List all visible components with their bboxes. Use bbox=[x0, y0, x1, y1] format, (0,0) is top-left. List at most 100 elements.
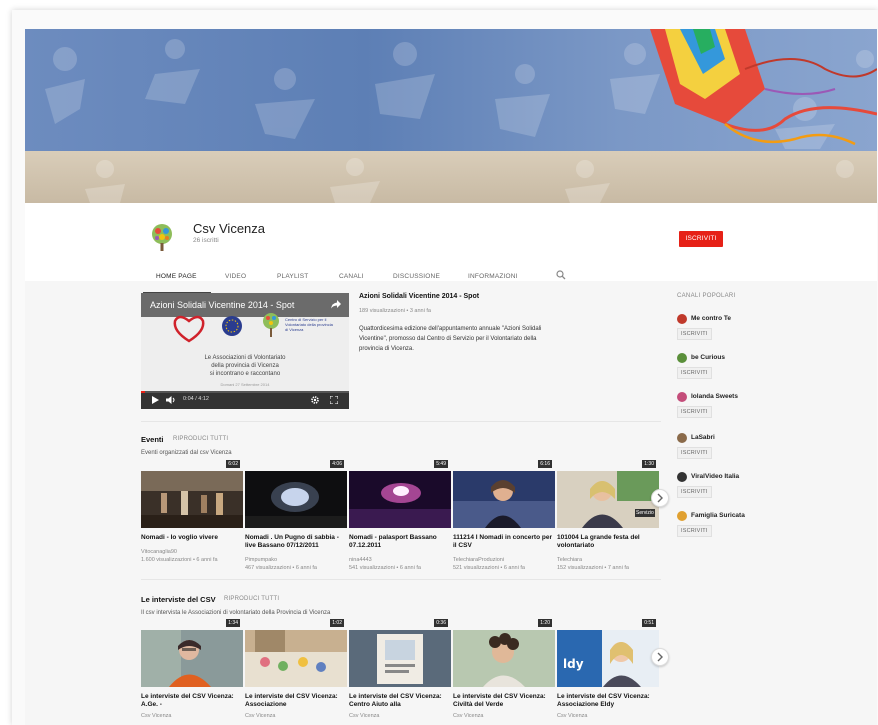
video-channel[interactable]: nina4443 bbox=[349, 557, 372, 563]
video-thumbnail[interactable] bbox=[141, 630, 243, 687]
featured-video-description: Quattordicesima edizione dell'appuntamen… bbox=[359, 326, 542, 352]
featured-video-info: Azioni Solidali Vicentine 2014 - Spot 18… bbox=[359, 293, 559, 354]
share-icon[interactable] bbox=[331, 300, 341, 309]
channel-avatar-icon[interactable] bbox=[677, 314, 687, 324]
video-duration: 5:49 bbox=[434, 460, 448, 468]
channel-avatar[interactable] bbox=[149, 223, 175, 253]
video-channel[interactable]: Csv Vicenza bbox=[245, 713, 275, 719]
video-duration: 0:51 bbox=[642, 619, 656, 627]
channel-avatar-icon[interactable] bbox=[677, 472, 687, 482]
video-channel[interactable]: TelechiaraProduzioni bbox=[453, 557, 504, 563]
video-title[interactable]: Nomadi - Io voglio vivere bbox=[141, 534, 245, 542]
video-duration: 1:02 bbox=[330, 619, 344, 627]
sidebar-channel: Iolanda Sweets ISCRIVITI bbox=[677, 392, 787, 428]
video-thumbnail[interactable] bbox=[245, 471, 347, 528]
video-channel[interactable]: Csv Vicenza bbox=[453, 713, 483, 719]
shelf-next-button[interactable] bbox=[651, 489, 669, 507]
video-duration: 1:30 bbox=[642, 460, 656, 468]
play-all-button[interactable]: RIPRODUCI TUTTI bbox=[173, 436, 228, 442]
video-channel[interactable]: Vitocanaglia90 bbox=[141, 549, 177, 555]
settings-gear-icon[interactable] bbox=[311, 396, 319, 404]
shelf-description: Il csv intervista le Associazioni di vol… bbox=[141, 610, 331, 616]
sidebar-channel-name[interactable]: Famiglia Suricata bbox=[691, 512, 745, 519]
csv-logo-text: Centro di Servizio per il Volontariato d… bbox=[285, 317, 333, 332]
sidebar-subscribe-button[interactable]: ISCRIVITI bbox=[677, 406, 712, 418]
sidebar-channel-name[interactable]: ViralVideo Italia bbox=[691, 473, 739, 480]
progress-bar[interactable] bbox=[141, 391, 145, 393]
channel-avatar-icon[interactable] bbox=[677, 433, 687, 443]
video-meta: 1.600 visualizzazioni • 6 anni fa bbox=[141, 557, 218, 563]
section-divider bbox=[141, 579, 661, 580]
play-all-button[interactable]: RIPRODUCI TUTTI bbox=[224, 596, 279, 602]
shelf-description: Eventi organizzati dal csv Vicenza bbox=[141, 450, 232, 456]
video-title[interactable]: Le interviste del CSV Vicenza: Civiltà d… bbox=[453, 693, 557, 709]
sidebar-channel: Famiglia Suricata ISCRIVITI bbox=[677, 511, 787, 547]
sidebar-subscribe-button[interactable]: ISCRIVITI bbox=[677, 525, 712, 537]
search-icon[interactable] bbox=[556, 270, 566, 280]
video-channel[interactable]: Pimpumpako bbox=[245, 557, 277, 563]
video-channel[interactable]: Csv Vicenza bbox=[141, 713, 171, 719]
video-title[interactable]: Nomadi . Un Pugno di sabbia - live Bassa… bbox=[245, 534, 349, 550]
tab-canali[interactable]: CANALI bbox=[339, 273, 364, 280]
sidebar-channel-name[interactable]: Me contro Te bbox=[691, 315, 731, 322]
svg-text:ldy: ldy bbox=[563, 657, 584, 671]
video-thumbnail[interactable] bbox=[453, 630, 555, 687]
player-controls: 0:04 / 4:12 bbox=[141, 391, 349, 409]
video-thumbnail[interactable] bbox=[245, 630, 347, 687]
channel-name[interactable]: Csv Vicenza bbox=[193, 221, 265, 236]
player-title: Azioni Solidali Vicentine 2014 - Spot bbox=[150, 300, 295, 310]
chevron-right-icon bbox=[657, 493, 663, 503]
tab-video[interactable]: VIDEO bbox=[225, 273, 246, 280]
channel-banner bbox=[25, 29, 877, 203]
featured-video-player[interactable]: Azioni Solidali Vicentine 2014 - Spot Ce… bbox=[141, 293, 349, 409]
chevron-right-icon bbox=[657, 652, 663, 662]
player-date: Domani 27 Settembre 2014 bbox=[220, 382, 270, 387]
player-caption-line-2: della provincia di Vicenza bbox=[211, 363, 279, 369]
shelf-next-button[interactable] bbox=[651, 648, 669, 666]
video-duration: 1:20 bbox=[538, 619, 552, 627]
video-title[interactable]: 101004 La grande festa del volontariato bbox=[557, 534, 661, 550]
video-title[interactable]: Le interviste del CSV Vicenza: Associazi… bbox=[245, 693, 349, 709]
featured-video-meta: 189 visualizzazioni • 3 anni fa bbox=[359, 308, 431, 314]
video-title[interactable]: 111214 I Nomadi in concerto per il CSV bbox=[453, 534, 557, 550]
video-title[interactable]: Le interviste del CSV Vicenza: A.Ge. - bbox=[141, 693, 245, 709]
volume-icon[interactable] bbox=[166, 396, 176, 404]
fullscreen-icon[interactable] bbox=[330, 396, 338, 404]
play-icon[interactable] bbox=[152, 396, 159, 404]
channel-avatar-icon[interactable] bbox=[677, 353, 687, 363]
sidebar-channel-name[interactable]: LaSabri bbox=[691, 434, 715, 441]
sidebar-channel-name[interactable]: be Curious bbox=[691, 354, 725, 361]
channel-avatar-icon[interactable] bbox=[677, 511, 687, 521]
subscriber-count: 26 iscritti bbox=[193, 237, 219, 244]
sidebar-subscribe-button[interactable]: ISCRIVITI bbox=[677, 328, 712, 340]
video-thumbnail[interactable] bbox=[349, 471, 451, 528]
sidebar-subscribe-button[interactable]: ISCRIVITI bbox=[677, 367, 712, 379]
video-title[interactable]: Le interviste del CSV Vicenza: Associazi… bbox=[557, 693, 661, 709]
subscribe-button[interactable]: ISCRIVITI bbox=[679, 231, 723, 247]
video-channel[interactable]: Csv Vicenza bbox=[557, 713, 587, 719]
channel-avatar-icon[interactable] bbox=[677, 392, 687, 402]
video-thumbnail[interactable] bbox=[349, 630, 451, 687]
player-time: 0:04 / 4:12 bbox=[183, 396, 209, 402]
tab-discussione[interactable]: DISCUSSIONE bbox=[393, 273, 440, 280]
video-title[interactable]: Le interviste del CSV Vicenza: Centro Ai… bbox=[349, 693, 453, 709]
featured-video-title[interactable]: Azioni Solidali Vicentine 2014 - Spot bbox=[359, 293, 559, 300]
video-channel[interactable]: Csv Vicenza bbox=[349, 713, 379, 719]
video-thumbnail[interactable] bbox=[141, 471, 243, 528]
sidebar-channel-name[interactable]: Iolanda Sweets bbox=[691, 393, 738, 400]
tab-informazioni[interactable]: INFORMAZIONI bbox=[468, 273, 518, 280]
tab-home-page[interactable]: HOME PAGE bbox=[156, 273, 197, 280]
sidebar-subscribe-button[interactable]: ISCRIVITI bbox=[677, 447, 712, 459]
shelf-title-interviste[interactable]: Le interviste del CSV bbox=[141, 595, 216, 604]
video-thumbnail[interactable] bbox=[557, 471, 659, 528]
video-thumbnail[interactable]: ldy bbox=[557, 630, 659, 687]
sidebar-subscribe-button[interactable]: ISCRIVITI bbox=[677, 486, 712, 498]
video-meta: 521 visualizzazioni • 6 anni fa bbox=[453, 565, 525, 571]
video-channel[interactable]: Telechiara bbox=[557, 557, 582, 563]
video-title[interactable]: Nomadi - palasport Bassano 07.12.2011 bbox=[349, 534, 453, 550]
shelf-title-eventi[interactable]: Eventi bbox=[141, 435, 164, 444]
tab-playlist[interactable]: PLAYLIST bbox=[277, 273, 308, 280]
video-duration: 0:36 bbox=[434, 619, 448, 627]
heart-logo-icon bbox=[173, 315, 205, 343]
video-thumbnail[interactable] bbox=[453, 471, 555, 528]
